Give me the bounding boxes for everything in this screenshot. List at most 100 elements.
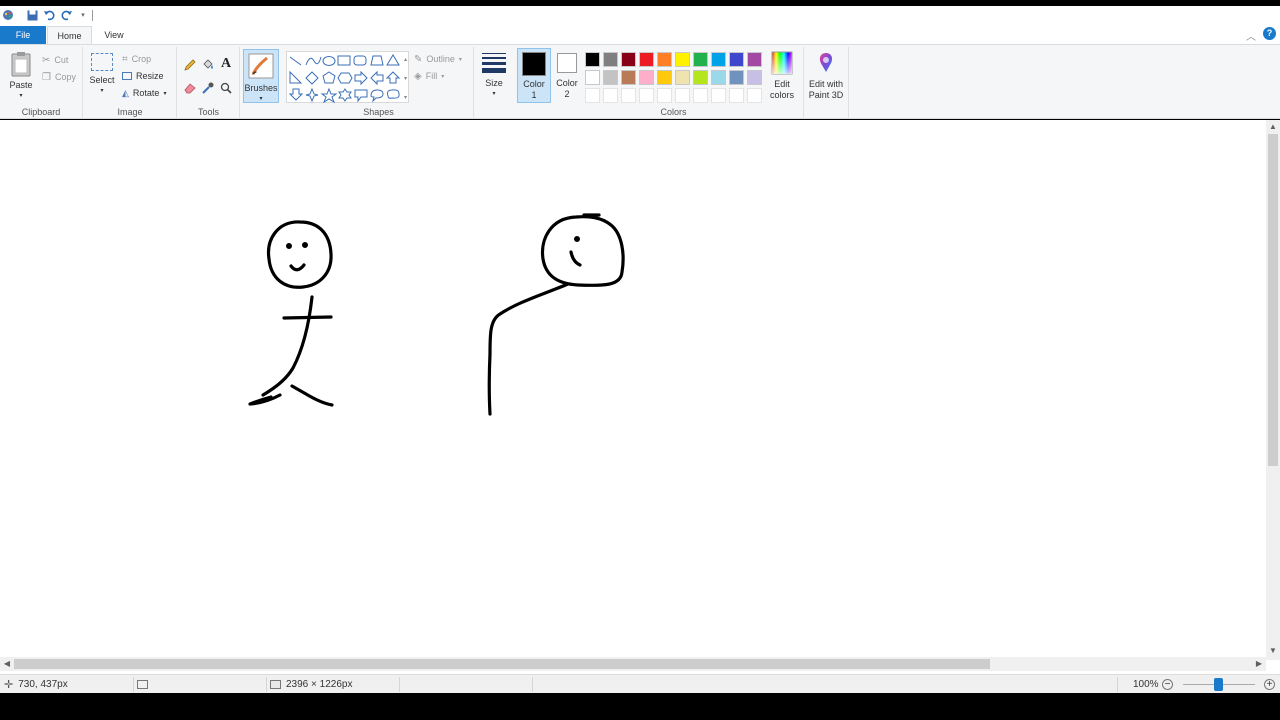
color-swatch[interactable] [585,70,600,85]
color-swatch[interactable] [675,70,690,85]
magnifier-icon[interactable] [218,80,234,96]
paste-button[interactable]: Paste ▾ [6,51,36,102]
color-swatch[interactable] [747,52,762,67]
color-swatch[interactable] [747,70,762,85]
vertical-scroll-thumb[interactable] [1268,134,1278,466]
cloud-callout-shape[interactable] [387,89,400,99]
brushes-button[interactable]: Brushes ▾ [243,49,279,103]
four-point-star-shape[interactable] [305,87,319,103]
fill-button[interactable]: ◈ Fill ▾ [414,69,444,83]
color-swatch[interactable] [603,70,618,85]
color-swatch[interactable] [711,52,726,67]
tab-file[interactable]: File [0,26,46,44]
copy-button[interactable]: ❐ Copy [42,70,76,84]
triangle-shape[interactable] [386,54,400,66]
rectangle-shape[interactable] [337,55,351,66]
redo-icon[interactable] [60,8,74,22]
polygon-shape[interactable] [370,55,384,66]
color-swatch[interactable] [729,70,744,85]
left-arrow-shape[interactable] [370,70,384,86]
vertical-scrollbar[interactable]: ▲ ▼ [1266,120,1280,660]
select-dropdown-icon[interactable]: ▾ [87,86,117,97]
drawing-canvas[interactable] [3,124,1265,657]
color-swatch[interactable] [711,70,726,85]
color-swatch[interactable] [639,70,654,85]
zoom-in-button[interactable]: + [1264,675,1275,694]
color-swatch[interactable] [657,52,672,67]
diamond-shape[interactable] [305,71,319,85]
select-button[interactable]: Select ▾ [87,53,117,97]
shapes-scroll-down-icon[interactable]: ▾ [404,76,407,82]
scroll-up-icon[interactable]: ▲ [1268,122,1278,132]
rounded-rectangle-shape[interactable] [353,55,367,66]
right-arrow-shape[interactable] [354,70,368,86]
collapse-ribbon-icon[interactable]: ︿ [1246,28,1258,43]
custom-color-swatch[interactable] [639,88,654,103]
help-icon[interactable]: ? [1263,27,1276,40]
right-triangle-shape[interactable] [289,70,303,84]
undo-icon[interactable] [42,8,56,22]
size-button[interactable]: Size ▾ [477,51,511,100]
custom-color-swatch[interactable] [711,88,726,103]
custom-color-swatch[interactable] [747,88,762,103]
color-picker-icon[interactable] [200,80,216,96]
cut-button[interactable]: ✂ Cut [42,53,68,67]
custom-color-swatch[interactable] [657,88,672,103]
rectangular-callout-shape[interactable] [354,89,368,103]
custom-color-swatch[interactable] [729,88,744,103]
color-swatch[interactable] [603,52,618,67]
six-point-star-shape[interactable] [338,88,352,102]
color1-button[interactable]: Color 1 [517,48,551,103]
color-swatch[interactable] [621,70,636,85]
fill-bucket-icon[interactable] [200,57,216,73]
color-swatch[interactable] [675,52,690,67]
custom-color-swatch[interactable] [603,88,618,103]
color2-button[interactable]: Color 2 [552,48,582,103]
shapes-scroll-up-icon[interactable]: ▴ [404,57,407,63]
edit-with-paint3d-button[interactable]: Edit with Paint 3D [805,50,847,101]
color-swatch[interactable] [585,52,600,67]
pencil-icon[interactable] [182,57,198,73]
custom-color-swatch[interactable] [693,88,708,103]
crop-button[interactable]: ⌗ Crop [122,52,151,66]
outline-button[interactable]: ✎ Outline ▾ [414,52,462,66]
pentagon-shape[interactable] [322,71,336,84]
color-swatch[interactable] [639,52,654,67]
rotate-button[interactable]: ◭ Rotate ▾ [122,86,166,100]
save-icon[interactable] [25,8,39,22]
down-arrow-shape[interactable] [288,88,304,101]
zoom-out-button[interactable]: − [1162,675,1173,694]
paste-dropdown-icon[interactable]: ▾ [6,91,36,102]
hexagon-shape[interactable] [337,72,353,84]
tab-view[interactable]: View [94,26,134,44]
scroll-right-icon[interactable]: ▶ [1254,659,1264,669]
rotate-dropdown-icon[interactable]: ▾ [163,90,166,97]
edit-colors-button[interactable]: Edit colors [766,50,798,101]
scroll-down-icon[interactable]: ▼ [1268,646,1278,656]
eraser-icon[interactable] [182,80,198,96]
curve-shape[interactable] [305,56,322,66]
resize-button[interactable]: Resize [122,69,164,83]
oval-callout-shape[interactable] [370,89,384,103]
text-icon[interactable]: A [218,56,234,72]
custom-color-swatch[interactable] [585,88,600,103]
paint-app-icon[interactable] [1,8,15,22]
customize-qat-icon[interactable]: ▾ [76,8,90,22]
up-arrow-shape[interactable] [385,71,401,84]
oval-shape[interactable] [322,56,336,66]
custom-color-swatch[interactable] [675,88,690,103]
zoom-slider-thumb[interactable] [1214,678,1223,691]
color-swatch[interactable] [729,52,744,67]
color-swatch[interactable] [693,70,708,85]
horizontal-scroll-thumb[interactable] [14,659,990,669]
tab-home[interactable]: Home [47,26,92,44]
shapes-expand-icon[interactable]: ▾ [404,95,407,101]
color-swatch[interactable] [621,52,636,67]
color-swatch[interactable] [693,52,708,67]
custom-color-swatch[interactable] [621,88,636,103]
scroll-left-icon[interactable]: ◀ [2,659,12,669]
five-point-star-shape[interactable] [320,87,338,104]
color-swatch[interactable] [657,70,672,85]
horizontal-scrollbar[interactable]: ◀ ▶ [0,657,1266,671]
line-shape[interactable] [289,56,302,66]
